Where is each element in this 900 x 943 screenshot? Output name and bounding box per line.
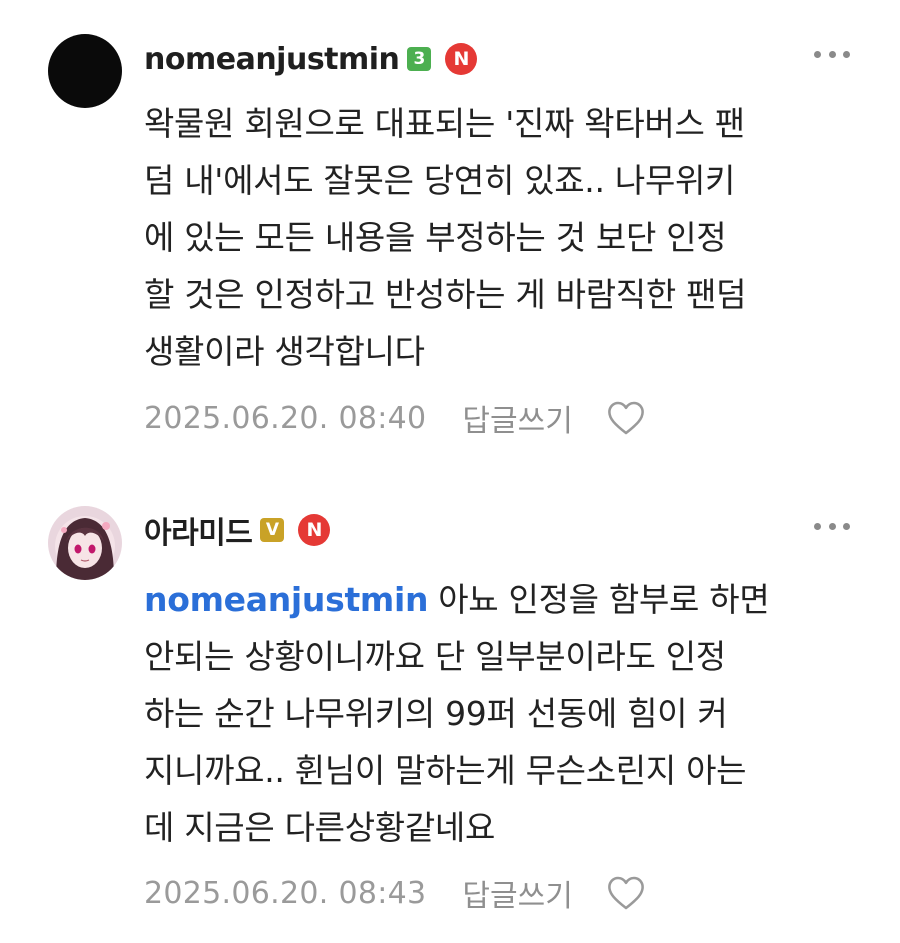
comment-header: nomeanjustmin 3 N (144, 37, 478, 81)
comment-body: nomeanjustmin 아뇨 인정을 함부로 하면 안되는 상황이니까요 단 … (144, 571, 864, 856)
mention-link[interactable]: nomeanjustmin (144, 580, 429, 619)
comment-line: 안되는 상황이니까요 단 일부분이라도 인정 (144, 637, 726, 676)
level-badge-icon: 3 (407, 47, 432, 71)
comment-item: nomeanjustmin 3 N 왁물원 회원으로 대표되는 '진짜 왁타버스… (0, 0, 900, 470)
new-badge-icon: N (445, 43, 478, 75)
reply-button[interactable]: 답글쓰기 (462, 871, 572, 915)
comment-item: 아라미드 V N nomeanjustmin 아뇨 인정을 함부로 하면 안되는 … (0, 470, 900, 943)
comment-line: 데 지금은 다른상황같네요 (144, 808, 496, 847)
comment-line: 덤 내'에서도 잘못은 당연히 있죠.. 나무위키 (144, 161, 736, 200)
comment-line: 에 있는 모든 내용을 부정하는 것 보단 인정 (144, 218, 727, 257)
timestamp: 2025.06.20. 08:40 (144, 400, 427, 436)
more-options-icon[interactable] (814, 48, 850, 60)
reply-button[interactable]: 답글쓰기 (462, 396, 572, 440)
avatar[interactable] (48, 506, 122, 580)
comment-header: 아라미드 V N (144, 508, 331, 552)
comment-line: 하는 순간 나무위키의 99퍼 선동에 힘이 커 (144, 694, 728, 733)
comment-line: 할 것은 인정하고 반성하는 게 바람직한 팬덤 (144, 275, 747, 314)
heart-icon[interactable] (607, 875, 645, 911)
nickname[interactable]: 아라미드 (144, 508, 253, 552)
comment-footer: 2025.06.20. 08:43 답글쓰기 (144, 870, 645, 916)
comment-line: nomeanjustmin 아뇨 인정을 함부로 하면 (144, 571, 864, 628)
comment-body: 왁물원 회원으로 대표되는 '진짜 왁타버스 팬 덤 내'에서도 잘못은 당연히… (144, 95, 864, 380)
heart-icon[interactable] (607, 400, 645, 436)
comment-line: 생활이라 생각합니다 (144, 332, 425, 371)
more-options-icon[interactable] (814, 520, 850, 532)
nickname[interactable]: nomeanjustmin (144, 42, 400, 77)
comment-line: 왁물원 회원으로 대표되는 '진짜 왁타버스 팬 (144, 104, 745, 143)
new-badge-icon: N (298, 514, 331, 546)
timestamp: 2025.06.20. 08:43 (144, 875, 427, 911)
level-badge-icon: V (260, 518, 285, 542)
anime-girl-avatar-icon (48, 506, 122, 580)
avatar[interactable] (48, 34, 122, 108)
comment-first-line-text: 아뇨 인정을 함부로 하면 (438, 580, 770, 619)
comment-footer: 2025.06.20. 08:40 답글쓰기 (144, 395, 645, 441)
comment-line: 지니까요.. 휜님이 말하는게 무슨소린지 아는 (144, 751, 747, 790)
